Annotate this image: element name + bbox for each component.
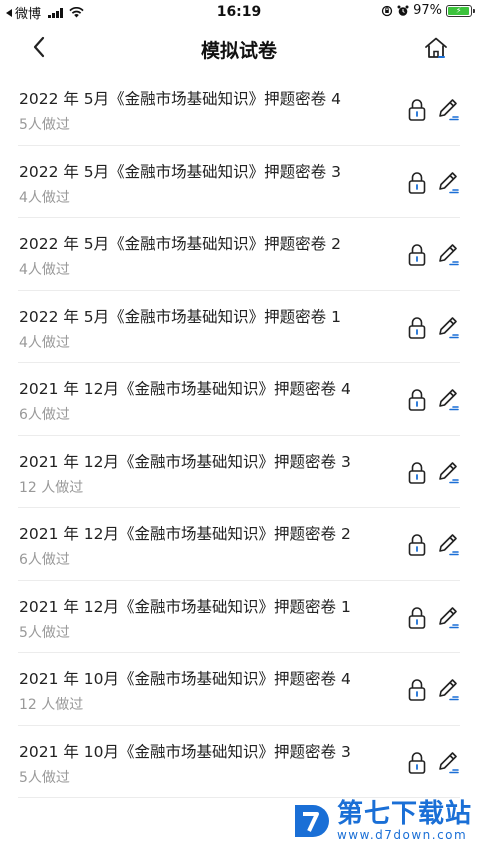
battery-level: ⚡	[448, 6, 470, 15]
item-title: 2022 年 5月《金融市场基础知识》押题密卷 4	[19, 90, 341, 108]
watermark-url: www.d7down.com	[336, 828, 468, 842]
item-participants: 4人做过	[19, 262, 70, 278]
item-participants: 5人做过	[19, 624, 70, 641]
list-item[interactable]: 2021 年 12月《金融市场基础知识》押题密卷 4 6人做过	[18, 363, 460, 436]
list-item[interactable]: 2022 年 5月《金融市场基础知识》押题密卷 1 4人做过	[18, 291, 460, 363]
item-title: 2022 年 5月《金融市场基础知识》押题密卷 1	[19, 307, 341, 326]
item-participants: 6人做过	[19, 407, 70, 423]
edit-icon[interactable]	[436, 387, 460, 413]
edit-icon[interactable]	[436, 750, 460, 776]
edit-icon[interactable]	[436, 605, 460, 631]
rotation-lock-icon	[381, 5, 393, 16]
list-item[interactable]: 2022 年 5月《金融市场基础知识》押题密卷 4 5人做过	[18, 73, 460, 146]
item-participants: 4人做过	[19, 189, 70, 206]
lock-icon	[408, 316, 426, 339]
item-participants: 12 人做过	[19, 697, 84, 713]
item-participants: 6人做过	[19, 552, 70, 568]
item-title: 2022 年 5月《金融市场基础知识》押题密卷 3	[19, 162, 341, 181]
lock-icon	[408, 171, 426, 194]
item-participants: 5人做过	[19, 117, 70, 133]
lock-icon	[408, 244, 426, 266]
lock-icon	[408, 99, 426, 121]
item-participants: 12 人做过	[19, 479, 84, 496]
lock-icon	[408, 679, 426, 701]
item-title: 2021 年 10月《金融市场基础知识》押题密卷 4	[19, 670, 351, 688]
battery-percent: 97%	[413, 3, 442, 18]
item-title: 2021 年 12月《金融市场基础知识》押题密卷 4	[19, 380, 351, 398]
list-item[interactable]: 2021 年 10月《金融市场基础知识》押题密卷 4 12 人做过	[18, 653, 460, 726]
exam-list: 2022 年 5月《金融市场基础知识》押题密卷 4 5人做过 2022 年 5月《金…	[0, 73, 478, 798]
list-item[interactable]: 2021 年 12月《金融市场基础知识》押题密卷 3 12 人做过	[18, 436, 460, 508]
edit-icon[interactable]	[436, 242, 460, 268]
item-title: 2021 年 12月《金融市场基础知识》押题密卷 2	[19, 525, 351, 543]
list-item[interactable]: 2021 年 12月《金融市场基础知识》押题密卷 2 6人做过	[18, 508, 460, 581]
d7-logo-icon	[294, 805, 329, 837]
status-right: 97% ⚡	[381, 3, 475, 18]
list-item[interactable]: 2022 年 5月《金融市场基础知识》押题密卷 3 4人做过	[18, 146, 460, 218]
lock-icon	[408, 389, 426, 411]
item-participants: 5人做过	[19, 769, 70, 786]
item-title: 2021 年 12月《金融市场基础知识》押题密卷 3	[19, 452, 351, 471]
status-bar: 微博 16:19 97% ⚡	[0, 0, 478, 24]
screen: 微博 16:19 97% ⚡ 模拟试卷 2022 年 5月《金融市场基础知识》押…	[0, 0, 478, 850]
watermark-title: 第七下载站	[336, 799, 472, 829]
item-title: 2021 年 10月《金融市场基础知识》押题密卷 3	[19, 742, 351, 761]
nav-bar: 模拟试卷	[0, 24, 478, 72]
list-item[interactable]: 2021 年 10月《金融市场基础知识》押题密卷 3 5人做过	[18, 726, 460, 798]
item-title: 2022 年 5月《金融市场基础知识》押题密卷 2	[19, 235, 341, 253]
alarm-icon	[397, 5, 409, 16]
home-button[interactable]	[422, 34, 450, 62]
edit-icon[interactable]	[436, 315, 460, 341]
edit-icon[interactable]	[436, 532, 460, 558]
edit-icon[interactable]	[436, 677, 460, 703]
lock-icon	[408, 751, 426, 774]
home-icon	[425, 37, 447, 58]
item-title: 2021 年 12月《金融市场基础知识》押题密卷 1	[19, 597, 351, 616]
lock-icon	[408, 534, 426, 556]
lock-icon	[408, 461, 426, 484]
edit-icon[interactable]	[436, 97, 460, 123]
list-item[interactable]: 2022 年 5月《金融市场基础知识》押题密卷 2 4人做过	[18, 218, 460, 291]
watermark-logo: 第七下载站 www.d7down.com	[291, 800, 472, 842]
edit-icon[interactable]	[436, 170, 460, 196]
item-participants: 4人做过	[19, 334, 70, 351]
lock-icon	[408, 606, 426, 629]
page-title: 模拟试卷	[200, 40, 277, 62]
battery-icon: ⚡	[446, 4, 475, 17]
list-item[interactable]: 2021 年 12月《金融市场基础知识》押题密卷 1 5人做过	[18, 581, 460, 653]
edit-icon[interactable]	[436, 460, 460, 486]
